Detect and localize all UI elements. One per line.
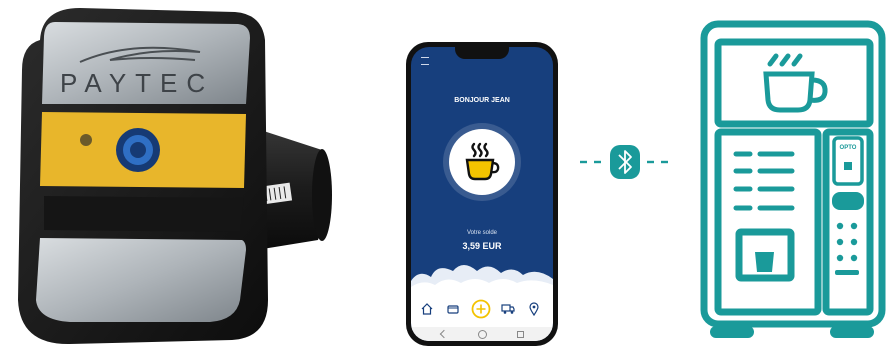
bluetooth-link-illustration (580, 145, 668, 179)
home-icon[interactable] (421, 303, 433, 315)
nav-home-icon[interactable] (478, 330, 487, 339)
bluetooth-connector (578, 144, 678, 180)
vending-machine: OPTO (694, 4, 894, 354)
balance-value: 3,59 EUR (462, 241, 502, 251)
coffee-cup-icon (763, 53, 828, 113)
paytec-device: PAYTEC (0, 0, 340, 354)
phone-screen: BONJOUR JEAN Votre solde 3,59 EUR (411, 47, 553, 341)
coffee-cup-icon (465, 142, 500, 181)
cloud-decoration (411, 265, 553, 297)
nav-recent-icon[interactable] (517, 331, 524, 338)
nav-back-icon[interactable] (439, 329, 449, 339)
add-coin-icon[interactable] (471, 299, 491, 319)
payment-panel-label: OPTO (839, 145, 857, 151)
truck-icon[interactable] (501, 303, 515, 315)
android-nav-bar (411, 327, 553, 341)
bottom-nav (411, 295, 553, 341)
device-brand-logo: PAYTEC (60, 68, 215, 98)
vending-machine-illustration (700, 20, 886, 338)
paytec-device-illustration (18, 8, 332, 345)
balance-label: Votre solde (466, 230, 498, 236)
coffee-button[interactable] (449, 129, 515, 195)
greeting-text: BONJOUR JEAN (454, 97, 510, 104)
menu-icon[interactable] (421, 57, 429, 65)
location-pin-icon[interactable] (529, 302, 539, 316)
phone-notch (455, 47, 509, 59)
smartphone: BONJOUR JEAN Votre solde 3,59 EUR (406, 42, 558, 346)
wallet-icon[interactable] (447, 303, 459, 315)
